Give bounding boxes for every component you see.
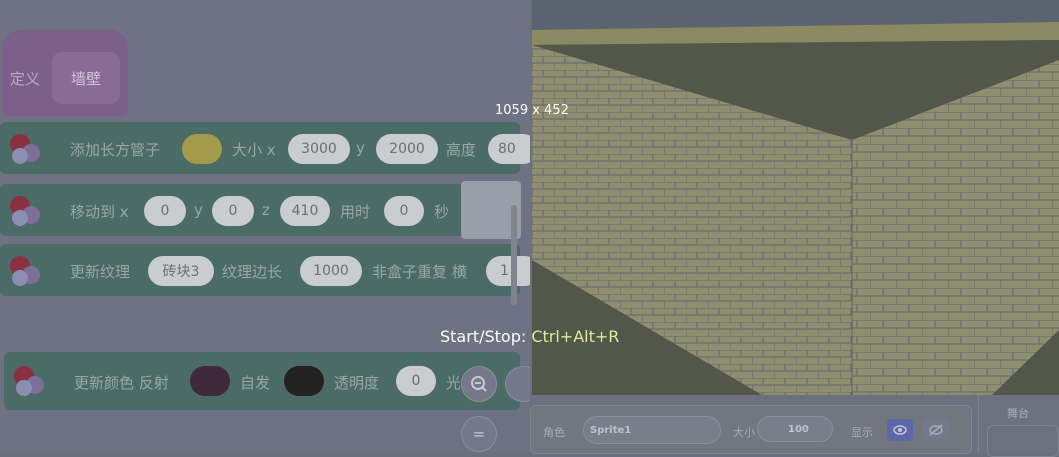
eye-icon bbox=[893, 425, 907, 435]
zoom-out-icon bbox=[471, 376, 487, 392]
time-input[interactable]: 0 bbox=[384, 196, 424, 226]
size-label: 大小 bbox=[733, 426, 755, 439]
block-label: 更新纹理 bbox=[70, 263, 131, 281]
repeat-label: 非盒子重复 横 bbox=[372, 263, 467, 281]
start-stop-hint: Start/Stop: Ctrl+Alt+R bbox=[440, 327, 619, 346]
extension-icon bbox=[8, 254, 42, 288]
start-stop-label: Start/Stop: bbox=[440, 327, 532, 346]
emit-color-swatch[interactable] bbox=[284, 366, 324, 396]
extension-icon bbox=[12, 364, 46, 398]
edge-input[interactable]: 1000 bbox=[300, 256, 362, 286]
reflect-color-swatch[interactable] bbox=[190, 366, 230, 396]
height-input[interactable]: 80 bbox=[488, 134, 530, 164]
alpha-label: 透明度 bbox=[334, 374, 380, 392]
light-label: 光 bbox=[446, 374, 462, 392]
start-stop-keys: Ctrl+Alt+R bbox=[531, 327, 620, 346]
define-label: 定义 bbox=[10, 70, 41, 88]
time-label: 用时 bbox=[340, 203, 371, 221]
color-swatch[interactable] bbox=[182, 134, 222, 164]
eye-slash-icon bbox=[929, 424, 943, 436]
stage-label: 舞台 bbox=[1007, 407, 1029, 420]
vertical-scrollbar[interactable] bbox=[511, 205, 517, 305]
repeat-input[interactable]: 1 bbox=[486, 256, 530, 286]
texture-dropdown[interactable]: 砖块3 bbox=[148, 256, 214, 286]
sprite-panel: 角色 Sprite1 大小 100 显示 舞台 bbox=[530, 395, 1059, 457]
dimensions-overlay: 1059 x 452 bbox=[495, 103, 569, 118]
sprite-name-input[interactable]: Sprite1 bbox=[583, 416, 721, 444]
zoom-reset-button[interactable]: = bbox=[461, 416, 497, 452]
height-label: 高度 bbox=[446, 141, 477, 159]
equals-icon: = bbox=[472, 425, 486, 443]
sprite-label: 角色 bbox=[543, 426, 565, 439]
edge-label: 纹理边长 bbox=[222, 263, 283, 281]
block-label: 更新颜色 反射 bbox=[74, 374, 169, 392]
size-y-input[interactable]: 2000 bbox=[376, 134, 438, 164]
show-visible-button[interactable] bbox=[887, 419, 913, 441]
y-input[interactable]: 0 bbox=[212, 196, 254, 226]
sprite-info: 角色 Sprite1 大小 100 显示 bbox=[530, 405, 972, 454]
stage-tab[interactable]: 舞台 bbox=[978, 395, 1059, 457]
update-texture-block[interactable]: 更新纹理 砖块3 纹理边长 1000 非盒子重复 横 1 bbox=[0, 244, 530, 296]
size-input[interactable]: 100 bbox=[757, 416, 833, 442]
seconds-label: 秒 bbox=[434, 203, 450, 221]
y-label: y bbox=[194, 201, 203, 219]
show-label: 显示 bbox=[851, 426, 873, 439]
z-label: z bbox=[262, 201, 270, 219]
y-label: y bbox=[356, 139, 365, 157]
extension-icon bbox=[8, 132, 42, 166]
move-to-block[interactable]: 移动到 x 0 y 0 z 410 用时 0 秒 bbox=[0, 184, 520, 236]
define-name[interactable]: 墙壁 bbox=[52, 52, 120, 104]
block-label: 添加长方管子 bbox=[70, 141, 161, 159]
block-label: 移动到 x bbox=[70, 203, 129, 221]
size-x-input[interactable]: 3000 bbox=[288, 134, 350, 164]
size-label: 大小 x bbox=[232, 141, 276, 159]
z-input[interactable]: 410 bbox=[280, 196, 330, 226]
code-area: 定义 墙壁 添加长方管子 大小 x 3000 y 2000 高度 80 移动到 … bbox=[0, 0, 530, 452]
update-color-block[interactable]: 更新颜色 反射 自发 透明度 0 光 bbox=[4, 352, 520, 410]
extension-icon bbox=[8, 194, 42, 228]
alpha-input[interactable]: 0 bbox=[396, 366, 436, 396]
x-input[interactable]: 0 bbox=[144, 196, 186, 226]
add-box-tube-block[interactable]: 添加长方管子 大小 x 3000 y 2000 高度 80 bbox=[0, 122, 530, 174]
stage-thumbnail[interactable] bbox=[987, 425, 1059, 457]
zoom-out-button[interactable] bbox=[461, 366, 497, 402]
show-hidden-button[interactable] bbox=[923, 419, 949, 441]
emit-label: 自发 bbox=[240, 374, 271, 392]
